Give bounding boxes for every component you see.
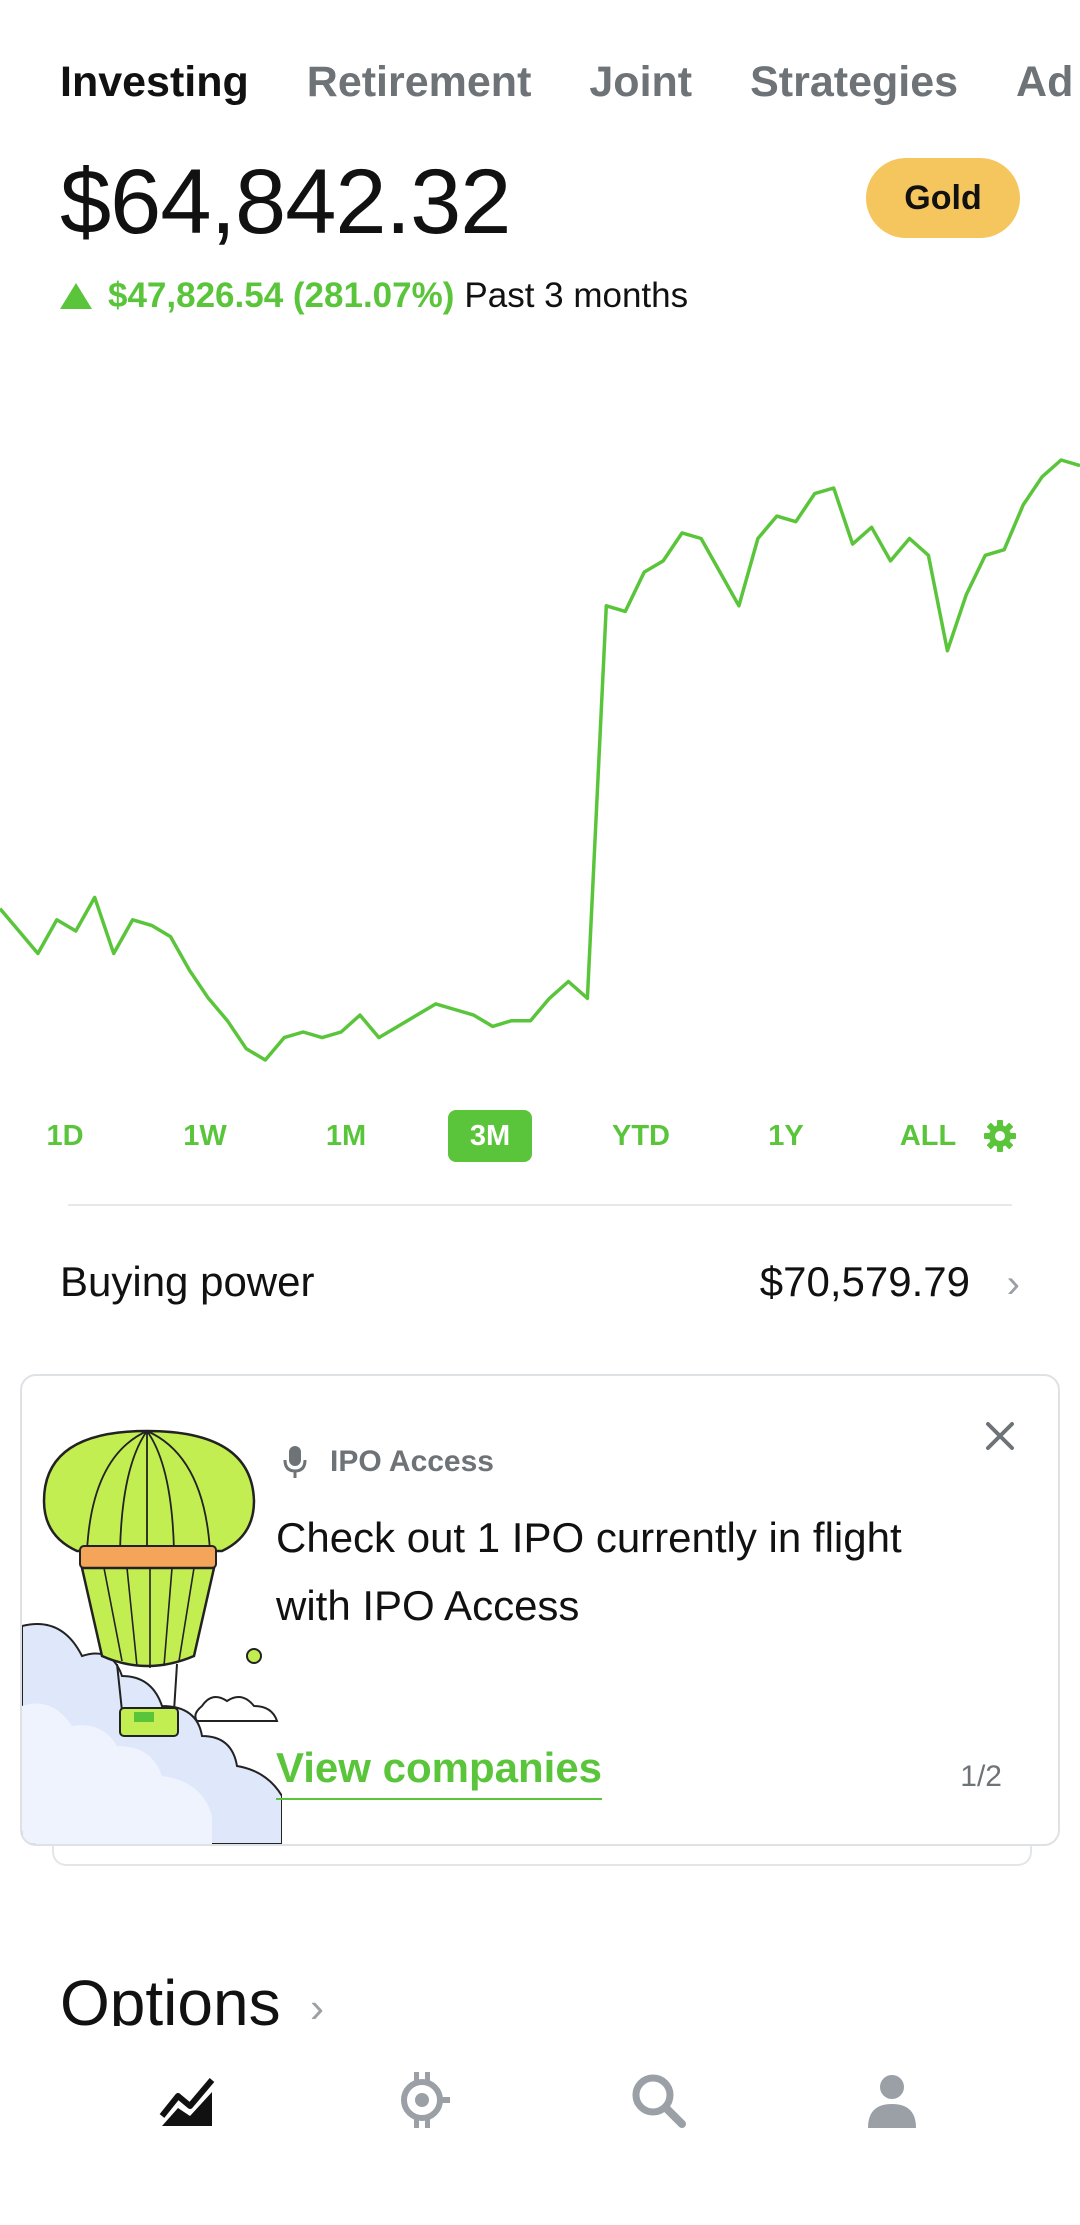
bottom-nav <box>0 2040 1080 2225</box>
up-arrow-icon <box>60 283 92 309</box>
chevron-right-icon: › <box>310 1984 324 2031</box>
buying-power-row[interactable]: Buying power $70,579.79 › <box>60 1248 1020 1318</box>
options-section-title[interactable]: Options <box>60 1966 281 2026</box>
tab-investing[interactable]: Investing <box>60 58 249 107</box>
range-3m[interactable]: 3M <box>448 1110 532 1162</box>
portfolio-chart[interactable] <box>0 430 1080 1100</box>
crypto-icon[interactable] <box>382 2060 462 2140</box>
range-ytd[interactable]: YTD <box>604 1110 678 1162</box>
ipo-access-tag: IPO Access <box>282 1444 494 1480</box>
profile-icon-svg <box>868 2075 916 2128</box>
portfolio-gain: $47,826.54 (281.07%) Past 3 months <box>60 276 688 316</box>
view-companies-link[interactable]: View companies <box>276 1744 603 1800</box>
range-1d[interactable]: 1D <box>38 1110 92 1162</box>
portfolio-series-line <box>0 458 1080 1062</box>
portfolio-balance: $64,842.32 <box>60 151 511 253</box>
divider <box>68 1204 1012 1206</box>
ipo-access-label: IPO Access <box>330 1445 494 1478</box>
gold-badge[interactable]: Gold <box>866 158 1020 238</box>
ipo-card-body: Check out 1 IPO currently in flight with… <box>276 1514 902 1629</box>
tab-joint[interactable]: Joint <box>589 58 692 107</box>
range-selector: 1D 1W 1M 3M YTD 1Y ALL <box>0 1110 1080 1170</box>
investing-chart-icon[interactable] <box>148 2060 228 2140</box>
search-icon-svg <box>632 2074 686 2128</box>
investing-chart-icon-svg <box>159 2078 215 2126</box>
chevron-right-icon: › <box>1006 1262 1020 1306</box>
search-icon[interactable] <box>618 2060 698 2140</box>
range-1w[interactable]: 1W <box>175 1110 235 1162</box>
gear-icon[interactable] <box>982 1118 1018 1154</box>
account-tabs: Investing Retirement Joint Strategies Ad <box>60 58 1080 118</box>
buying-power-value: $70,579.79 <box>759 1258 970 1305</box>
buying-power-label: Buying power <box>60 1258 315 1305</box>
microphone-icon <box>283 1446 307 1478</box>
tab-additional[interactable]: Ad <box>1016 58 1073 107</box>
gain-period: Past 3 months <box>464 276 689 315</box>
close-icon[interactable] <box>980 1416 1020 1456</box>
tab-strategies[interactable]: Strategies <box>750 58 958 107</box>
card-page-count: 1/2 <box>960 1760 1002 1793</box>
gain-amount: $47,826.54 (281.07%) <box>108 276 455 315</box>
range-1y[interactable]: 1Y <box>758 1110 814 1162</box>
ipo-access-card[interactable]: IPO Access Check out 1 IPO currently in … <box>20 1374 1060 1846</box>
profile-icon[interactable] <box>852 2060 932 2140</box>
range-all[interactable]: ALL <box>896 1110 960 1162</box>
range-1m[interactable]: 1M <box>316 1110 376 1162</box>
tab-retirement[interactable]: Retirement <box>307 58 532 107</box>
hot-air-balloon-illustration <box>22 1429 282 1844</box>
crypto-icon-svg <box>401 2072 450 2128</box>
